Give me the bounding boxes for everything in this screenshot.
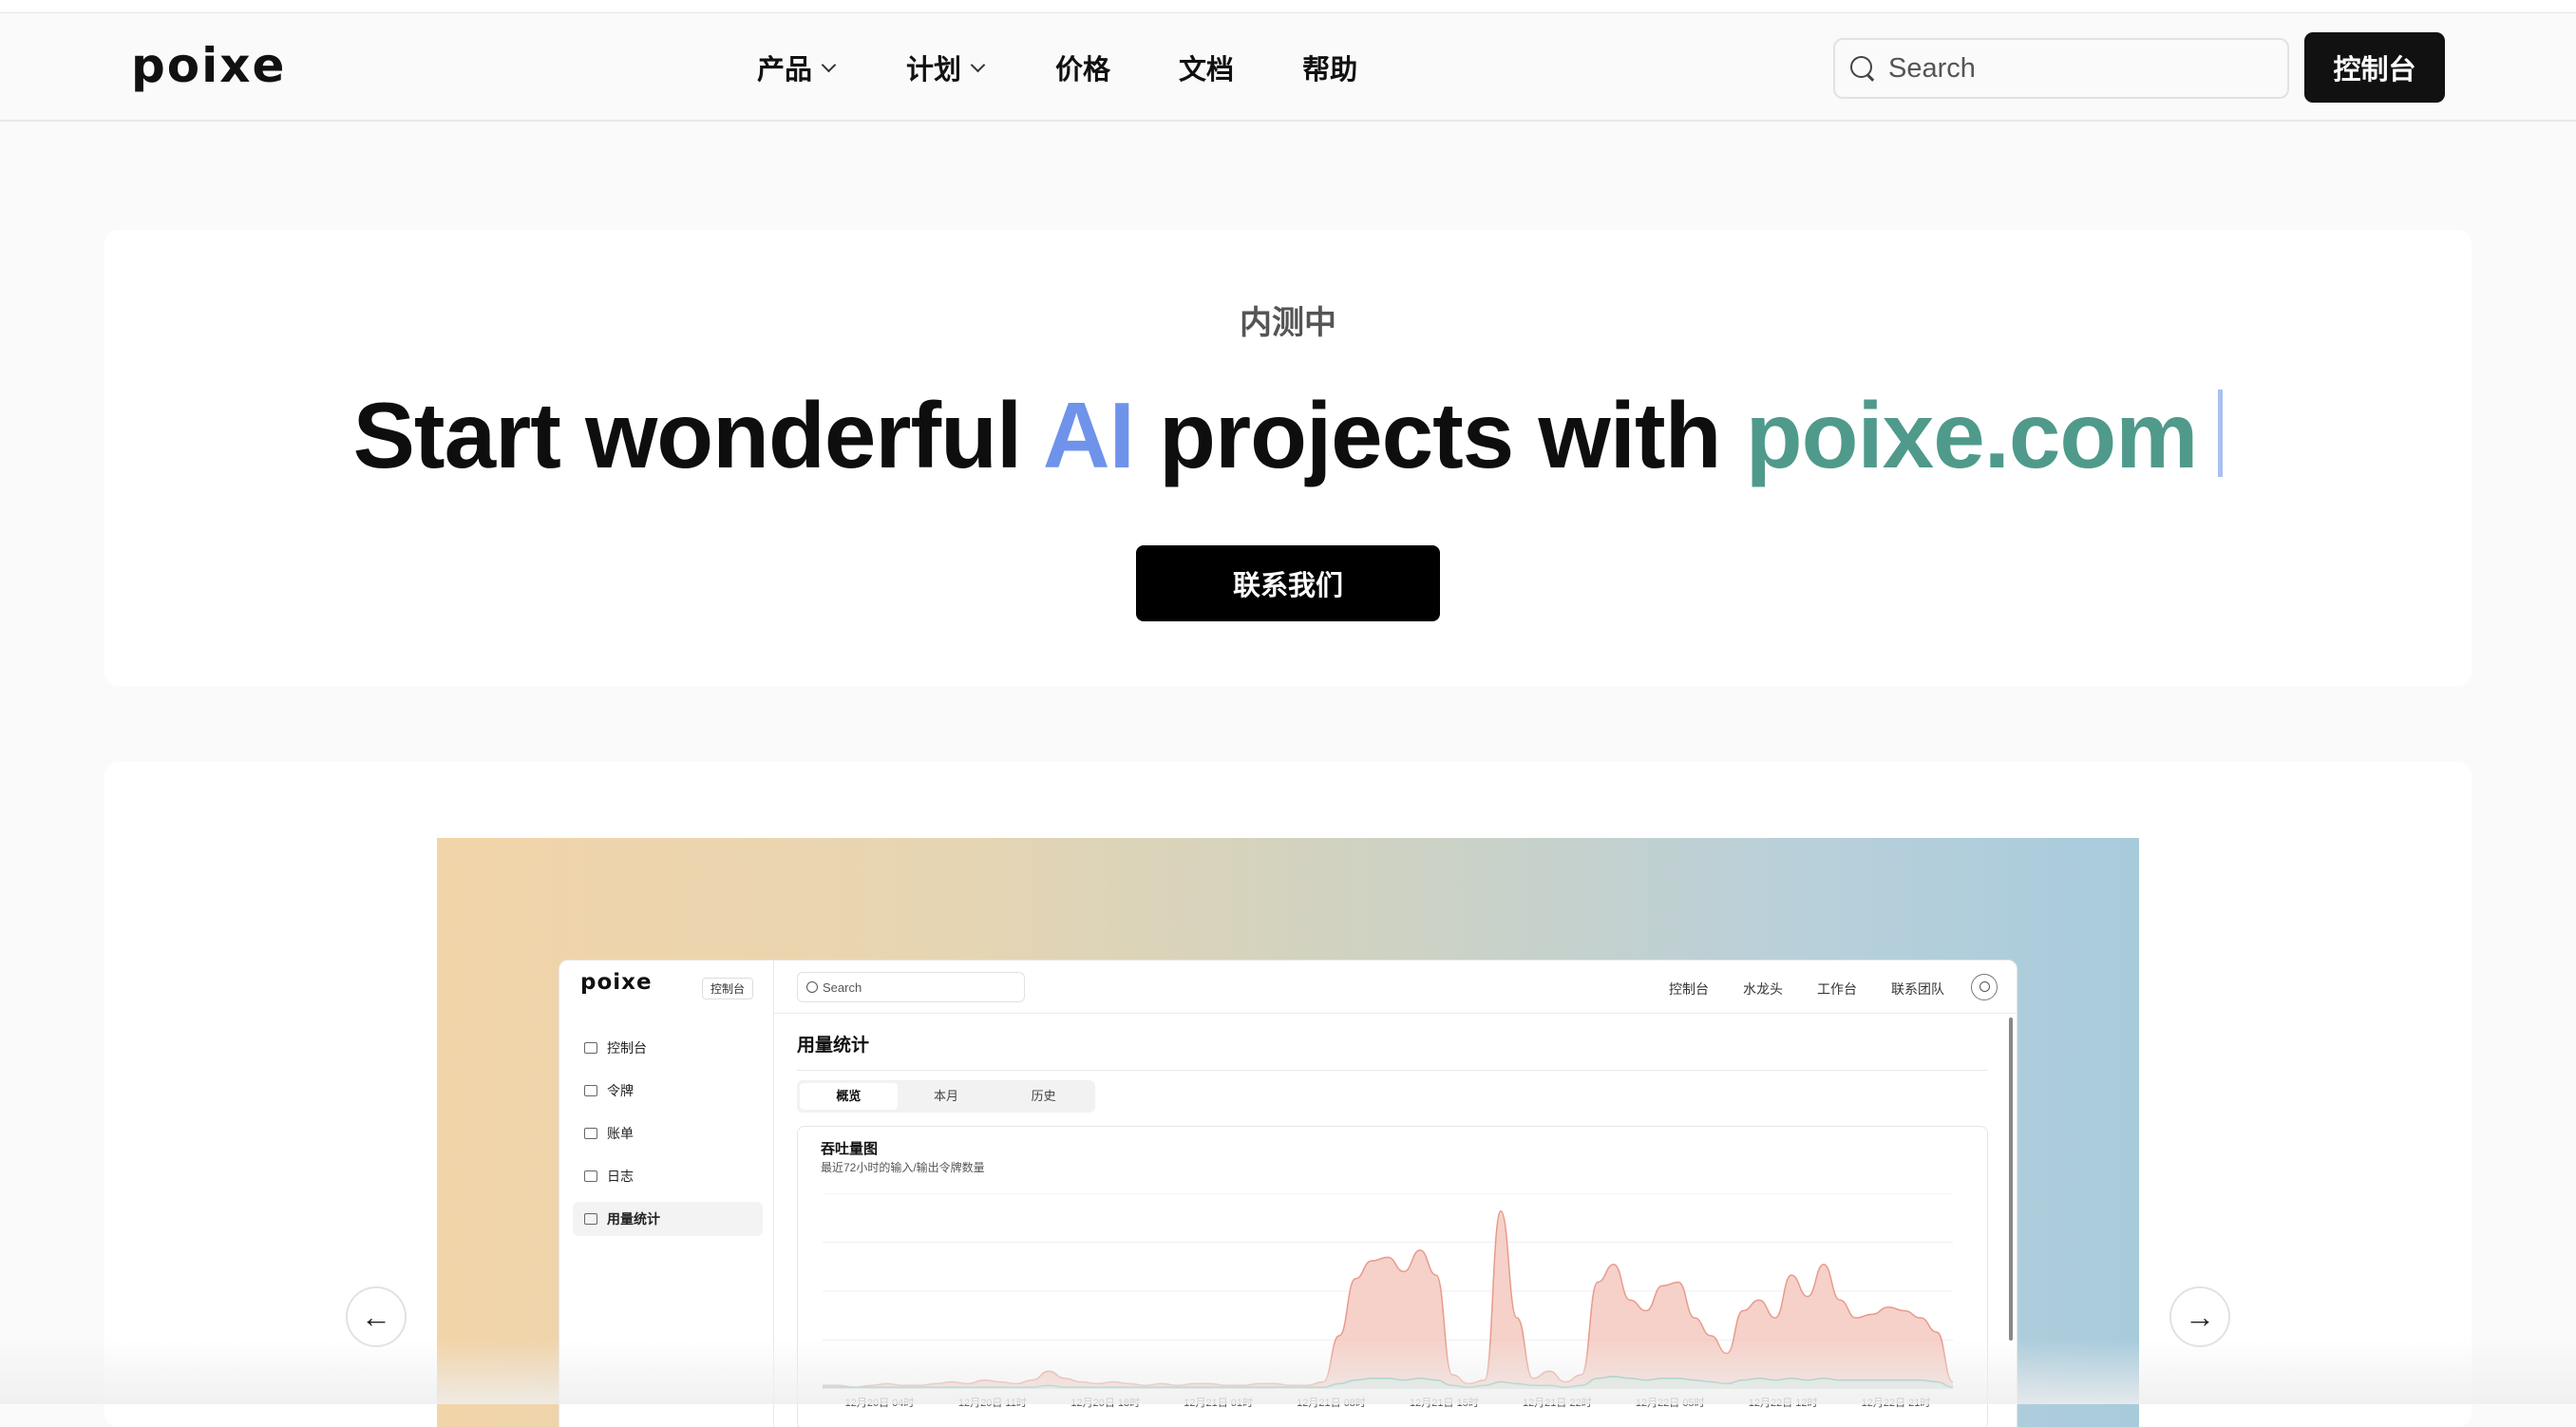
- divider: [797, 1070, 1988, 1071]
- sidebar-item-label: 用量统计: [607, 1211, 660, 1227]
- arrow-right-icon: →: [2185, 1299, 2215, 1334]
- app-sidebar-item-billing[interactable]: 账单: [573, 1116, 763, 1151]
- app-top-links: 控制台 水龙头 工作台 联系团队: [1669, 980, 1944, 999]
- headline-start: Start wonderful: [352, 383, 1023, 487]
- menu-item-label: 计划: [906, 55, 962, 86]
- menu-item-products[interactable]: 产品: [757, 48, 837, 87]
- app-top-link[interactable]: 控制台: [1669, 980, 1709, 999]
- app-sidebar-item-logs[interactable]: 日志: [573, 1159, 763, 1193]
- menu-item-docs[interactable]: 文档: [1179, 48, 1234, 87]
- headline-domain: poixe.com: [1745, 383, 2199, 487]
- sidebar-item-label: 令牌: [607, 1083, 634, 1098]
- app-tab-history[interactable]: 历史: [994, 1083, 1092, 1110]
- sidebar-item-label: 账单: [607, 1126, 634, 1141]
- app-tabs: 概览 本月 历史: [797, 1080, 1095, 1113]
- menu-item-label: 帮助: [1302, 55, 1358, 86]
- menu-item-pricing[interactable]: 价格: [1055, 48, 1110, 87]
- menu-item-help[interactable]: 帮助: [1302, 48, 1357, 87]
- app-search-input[interactable]: Search: [797, 972, 1025, 1002]
- search-input[interactable]: [1888, 52, 2268, 85]
- chart-icon: [584, 1213, 597, 1225]
- menu-item-label: 文档: [1179, 55, 1235, 86]
- chevron-down-icon: [821, 57, 837, 72]
- sidebar-item-label: 控制台: [607, 1040, 647, 1056]
- hero-headline: Start wonderful AI projects with poixe.c…: [104, 382, 2472, 489]
- home-icon: [584, 1042, 597, 1054]
- site-logo[interactable]: poixe: [131, 38, 286, 93]
- menu-item-label: 产品: [757, 55, 813, 86]
- search-icon: [1850, 56, 1875, 81]
- card-icon: [584, 1128, 597, 1139]
- search-box[interactable]: [1833, 38, 2289, 99]
- app-sidebar-item-tokens[interactable]: 令牌: [573, 1074, 763, 1108]
- chevron-down-icon: [970, 57, 986, 72]
- site-header: poixe 产品 计划 价格 文档 帮助 控制台: [0, 13, 2576, 122]
- app-logo: poixe: [580, 970, 653, 995]
- typing-caret: [2218, 390, 2224, 477]
- user-avatar-icon[interactable]: [1971, 974, 1998, 1000]
- carousel-prev-button[interactable]: ←: [346, 1286, 407, 1347]
- headline-ai: AI: [1042, 383, 1135, 487]
- browser-top-edge: [0, 0, 2576, 13]
- contact-us-button[interactable]: 联系我们: [1136, 545, 1440, 621]
- sidebar-item-label: 日志: [607, 1169, 634, 1184]
- showcase-backdrop: poixe 控制台 控制台 令牌 账单 日志 用量统计 Search 控制台 水…: [437, 838, 2139, 1427]
- list-icon: [584, 1170, 597, 1182]
- app-sidebar-item-usage[interactable]: 用量统计: [573, 1202, 763, 1236]
- app-sidebar-items: 控制台 令牌 账单 日志 用量统计: [573, 1031, 763, 1245]
- menu-item-plans[interactable]: 计划: [906, 48, 986, 87]
- chart-title: 吞吐量图: [821, 1141, 879, 1157]
- headline-mid: projects with: [1159, 383, 1721, 487]
- page-bottom-fade: [0, 1340, 2576, 1404]
- app-tab-month[interactable]: 本月: [898, 1083, 995, 1110]
- app-tab-overview[interactable]: 概览: [800, 1083, 898, 1110]
- app-scrollbar[interactable]: [2009, 1018, 2013, 1341]
- app-top-link[interactable]: 水龙头: [1743, 980, 1783, 999]
- chart-subtitle: 最近72小时的输入/输出令牌数量: [821, 1161, 985, 1174]
- app-sidebar-item-console[interactable]: 控制台: [573, 1031, 763, 1065]
- app-top-link[interactable]: 联系团队: [1891, 980, 1944, 999]
- menu-item-label: 价格: [1055, 55, 1111, 86]
- hero-section: 内测中 Start wonderful AI projects with poi…: [104, 230, 2472, 686]
- key-icon: [584, 1085, 597, 1096]
- beta-badge: 内测中: [1240, 305, 1336, 341]
- app-console-badge: 控制台: [702, 978, 754, 999]
- arrow-left-icon: ←: [361, 1299, 391, 1334]
- app-top-link[interactable]: 工作台: [1817, 980, 1857, 999]
- app-topbar: Search 控制台 水龙头 工作台 联系团队: [774, 961, 2017, 1014]
- console-button[interactable]: 控制台: [2304, 32, 2445, 103]
- carousel-next-button[interactable]: →: [2169, 1286, 2230, 1347]
- app-page-title: 用量统计: [797, 1036, 870, 1056]
- main-menu: 产品 计划 价格 文档 帮助: [757, 48, 1357, 87]
- showcase-section: poixe 控制台 控制台 令牌 账单 日志 用量统计 Search 控制台 水…: [104, 762, 2472, 1427]
